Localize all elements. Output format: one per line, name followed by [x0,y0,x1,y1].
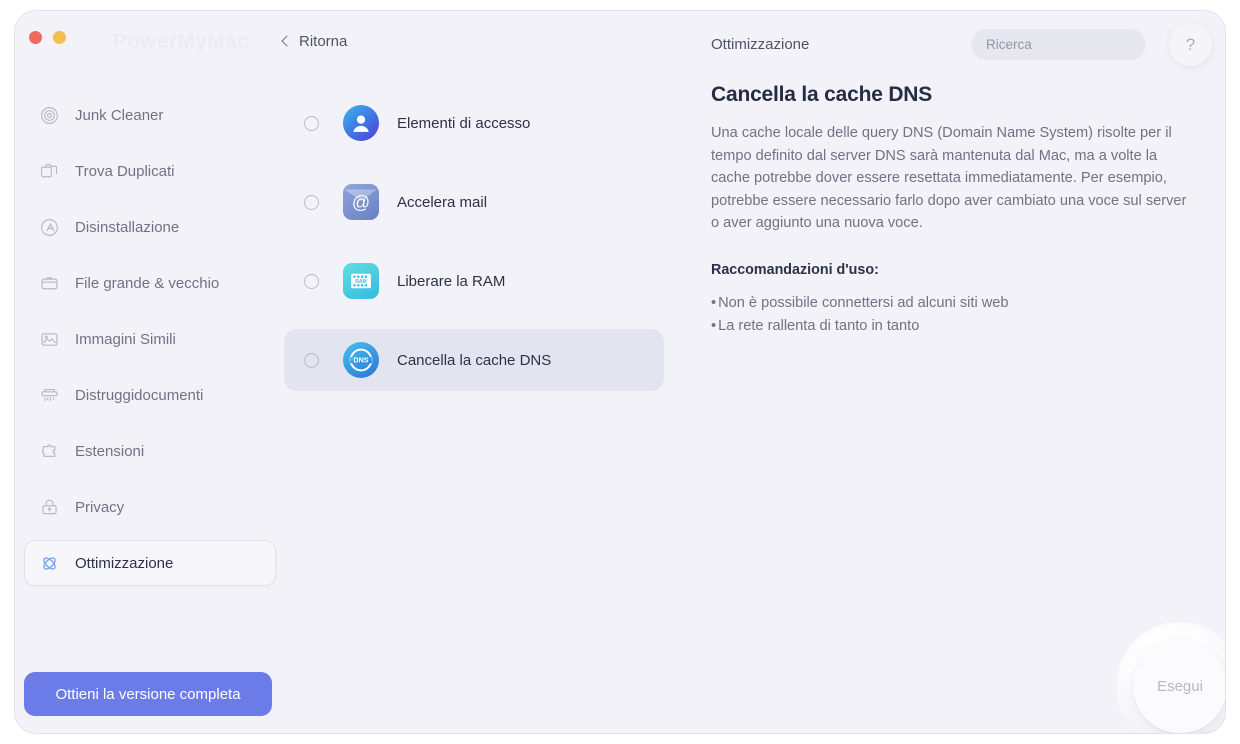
archive-box-icon [41,276,58,289]
duplicate-files-icon [41,163,58,177]
chevron-left-icon [281,35,293,47]
optimization-checkbox[interactable] [304,273,319,289]
optimization-label: Elementi di accesso [397,114,531,132]
list-item[interactable]: Elementi di accesso [284,92,664,154]
search-field[interactable] [971,29,1163,60]
search-input[interactable] [971,37,1163,52]
recommendation-item: Non è possibile connettersi ad alcuni si… [711,292,1211,315]
sidebar: Junk Cleaner Trova Duplicati Disinstalla… [15,73,284,733]
shredder-icon [41,388,58,401]
mail-at-icon: @ [343,184,379,220]
sidebar-item-disinstallazione[interactable]: Disinstallazione [24,204,276,250]
sidebar-item-junk-cleaner[interactable]: Junk Cleaner [24,92,276,138]
app-watermark: PowerMyMac [113,30,250,53]
svg-text:RAM: RAM [355,279,366,285]
recommendation-item: La rete rallenta di tanto in tanto [711,315,1211,338]
sidebar-item-ottimizzazione[interactable]: Ottimizzazione [24,540,276,586]
optimization-list-panel: Elementi di accesso @ Accelera mail RAM … [284,73,698,733]
atom-optimize-icon [43,556,56,570]
sidebar-item-label: Distruggidocumenti [75,386,204,404]
sidebar-item-label: Junk Cleaner [75,106,164,124]
list-item[interactable]: RAM Liberare la RAM [284,250,664,312]
close-button[interactable] [29,31,42,44]
lock-icon [42,499,57,514]
sidebar-item-label: Trova Duplicati [75,162,175,180]
puzzle-piece-icon [41,443,56,457]
photo-icon [41,332,58,346]
sidebar-nav: Junk Cleaner Trova Duplicati Disinstalla… [24,92,276,596]
traffic-lights [29,31,66,44]
list-item[interactable]: DNS Cancella la cache DNS [284,329,664,391]
back-button[interactable]: Ritorna [281,33,348,50]
user-circle-icon [343,105,379,141]
sidebar-item-privacy[interactable]: Privacy [24,484,276,530]
dns-globe-icon: DNS [343,342,379,378]
sidebar-item-trova-duplicati[interactable]: Trova Duplicati [24,148,276,194]
target-rings-icon [41,106,58,124]
app-uninstall-icon [41,218,58,236]
list-item[interactable]: @ Accelera mail [284,171,664,233]
sidebar-item-label: Estensioni [75,442,145,460]
app-window: PowerMyMac Ritorna Junk Cleaner Trova Du… [14,10,1226,734]
sidebar-item-label: File grande & vecchio [75,274,220,292]
detail-title: Cancella la cache DNS [711,83,933,106]
panel-title: Ottimizzazione [711,36,810,53]
sidebar-item-immagini-simili[interactable]: Immagini Simili [24,316,276,362]
sidebar-item-label: Ottimizzazione [75,554,174,572]
optimization-checkbox[interactable] [304,352,319,368]
sidebar-item-estensioni[interactable]: Estensioni [24,428,276,474]
optimization-list: Elementi di accesso @ Accelera mail RAM … [284,92,664,408]
detail-body: Una cache locale delle query DNS (Domain… [711,125,1187,232]
ram-chip-icon: RAM [343,263,379,299]
back-button-label: Ritorna [299,33,348,50]
detail-content: Cancella la cache DNS Una cache locale d… [711,83,1211,338]
help-button[interactable]: ? [1169,23,1212,66]
optimization-label: Accelera mail [397,193,488,211]
svg-text:DNS: DNS [353,356,368,365]
recommendations-title: Raccomandazioni d'uso: [711,261,879,278]
svg-text:@: @ [352,192,370,212]
optimization-label: Liberare la RAM [397,272,506,290]
run-button[interactable]: Esegui [1133,639,1225,733]
recommendations-list: Non è possibile connettersi ad alcuni si… [711,292,1211,338]
get-full-version-button[interactable]: Ottieni la versione completa [24,672,272,716]
optimization-label: Cancella la cache DNS [397,351,552,369]
optimization-checkbox[interactable] [304,194,319,210]
optimization-checkbox[interactable] [304,115,319,131]
sidebar-item-label: Privacy [75,498,125,516]
detail-panel: Ottimizzazione ? Cancella la cache DNS U… [698,11,1225,733]
sidebar-item-distruggidocumenti[interactable]: Distruggidocumenti [24,372,276,418]
sidebar-item-label: Immagini Simili [75,330,176,348]
sidebar-item-label: Disinstallazione [75,218,180,236]
minimize-button[interactable] [53,31,66,44]
sidebar-item-file-grande-vecchio[interactable]: File grande & vecchio [24,260,276,306]
